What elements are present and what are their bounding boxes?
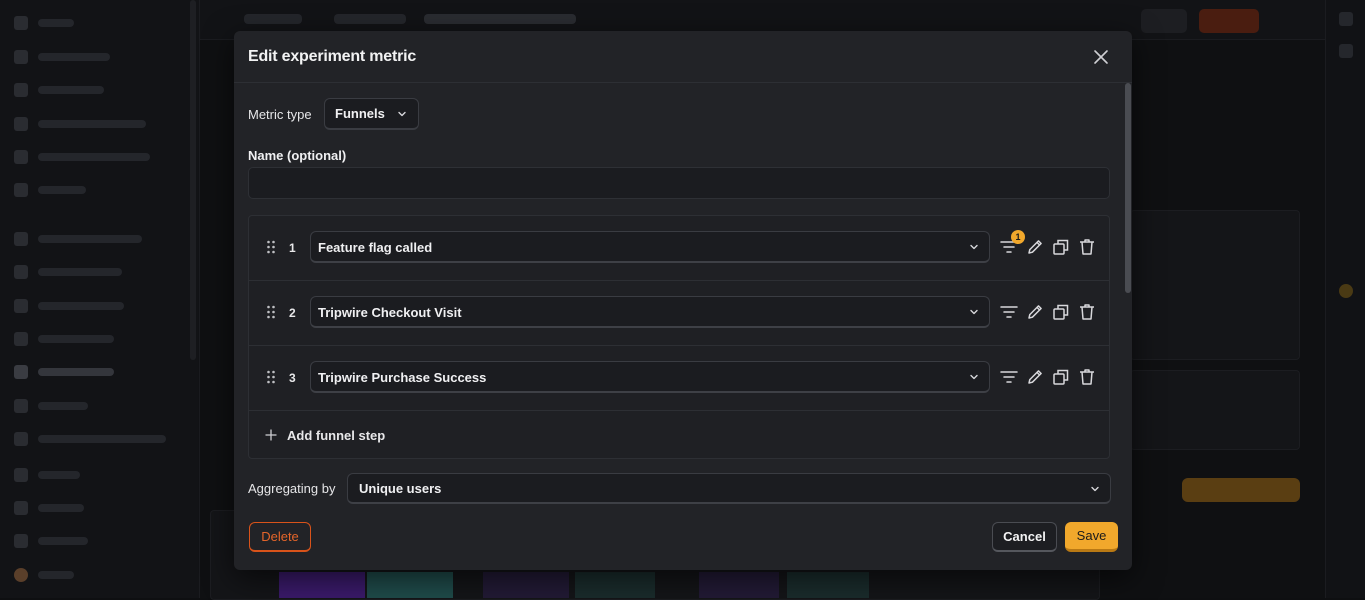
metric-type-select[interactable]: Funnels	[324, 98, 419, 130]
step-event-value: Tripwire Checkout Visit	[318, 305, 462, 320]
bg-sidebar-item	[14, 297, 124, 315]
copy-icon[interactable]	[1051, 237, 1071, 257]
bg-sidebar-item	[14, 466, 80, 484]
chevron-down-icon	[968, 306, 980, 318]
add-funnel-step-button[interactable]: Add funnel step	[265, 426, 385, 444]
pencil-icon[interactable]	[1025, 302, 1045, 322]
background-chart-bar	[367, 572, 453, 598]
bg-sidebar-item	[14, 499, 84, 517]
step-event-value: Tripwire Purchase Success	[318, 370, 486, 385]
step-event-select[interactable]: Tripwire Checkout Visit	[310, 296, 990, 328]
pencil-icon[interactable]	[1025, 367, 1045, 387]
cancel-button[interactable]: Cancel	[992, 522, 1057, 552]
step-number: 1	[289, 241, 296, 255]
bg-sidebar-item	[14, 263, 122, 281]
step-actions	[999, 367, 1097, 387]
drag-handle-icon[interactable]	[266, 370, 276, 384]
chevron-down-icon	[1089, 483, 1101, 495]
background-right-toolbar	[1325, 0, 1365, 598]
bg-sidebar-item	[14, 81, 104, 99]
bg-sidebar-item	[14, 230, 142, 248]
filter-icon[interactable]: 1	[999, 237, 1019, 257]
copy-icon[interactable]	[1051, 302, 1071, 322]
funnel-step-3: 3 Tripwire Purchase Success	[249, 346, 1109, 411]
background-orange-button	[1182, 478, 1300, 502]
step-number: 2	[289, 306, 296, 320]
aggregating-by-value: Unique users	[359, 481, 441, 496]
background-chart-bar	[483, 572, 569, 598]
step-event-select[interactable]: Tripwire Purchase Success	[310, 361, 990, 393]
bg-sidebar-item	[14, 566, 74, 584]
aggregating-by-select[interactable]: Unique users	[347, 473, 1111, 504]
background-chart-bar	[787, 572, 869, 598]
metric-type-label: Metric type	[248, 107, 312, 122]
filter-icon[interactable]	[999, 367, 1019, 387]
modal-header: Edit experiment metric	[234, 31, 1132, 83]
bg-sidebar-item	[14, 115, 146, 133]
edit-metric-modal: Edit experiment metric Metric type Funne…	[234, 31, 1132, 570]
delete-button[interactable]: Delete	[249, 522, 311, 552]
bg-sidebar-item	[14, 148, 150, 166]
trash-icon[interactable]	[1077, 302, 1097, 322]
filter-count-badge: 1	[1011, 230, 1025, 244]
chevron-down-icon	[968, 241, 980, 253]
aggregating-by-label: Aggregating by	[248, 481, 335, 496]
pencil-icon[interactable]	[1025, 237, 1045, 257]
name-input[interactable]	[248, 167, 1110, 199]
chevron-down-icon	[968, 371, 980, 383]
step-event-value: Feature flag called	[318, 240, 432, 255]
funnel-steps: 1 Feature flag called 1	[248, 215, 1110, 459]
bg-sidebar-item	[14, 181, 86, 199]
background-sidebar	[0, 0, 200, 598]
step-actions: 1	[999, 237, 1097, 257]
background-chart-bar	[279, 572, 365, 598]
filter-icon[interactable]	[999, 302, 1019, 322]
trash-icon[interactable]	[1077, 367, 1097, 387]
modal-title: Edit experiment metric	[248, 48, 416, 66]
funnel-step-1: 1 Feature flag called 1	[249, 216, 1109, 281]
copy-icon[interactable]	[1051, 367, 1071, 387]
bg-sidebar-item	[14, 532, 88, 550]
drag-handle-icon[interactable]	[266, 240, 276, 254]
name-label: Name (optional)	[248, 148, 346, 163]
metric-type-value: Funnels	[335, 106, 385, 121]
funnel-step-2: 2 Tripwire Checkout Visit	[249, 281, 1109, 346]
chevron-down-icon	[396, 108, 408, 120]
bg-sidebar-item	[14, 397, 88, 415]
bg-sidebar-item	[14, 48, 110, 66]
background-chart-bar	[575, 572, 655, 598]
step-actions	[999, 302, 1097, 322]
bg-sidebar-item	[14, 14, 74, 32]
trash-icon[interactable]	[1077, 237, 1097, 257]
background-scrollbar	[190, 0, 196, 360]
bg-sidebar-item	[14, 330, 114, 348]
modal-scrollbar[interactable]	[1125, 83, 1131, 293]
close-icon[interactable]	[1092, 48, 1110, 66]
bg-sidebar-item	[14, 363, 114, 381]
plus-icon	[265, 429, 277, 441]
drag-handle-icon[interactable]	[266, 305, 276, 319]
save-button[interactable]: Save	[1065, 522, 1118, 552]
bg-sidebar-item	[14, 430, 166, 448]
step-event-select[interactable]: Feature flag called	[310, 231, 990, 263]
step-number: 3	[289, 371, 296, 385]
background-chart-bar	[699, 572, 779, 598]
add-funnel-step-label: Add funnel step	[287, 428, 385, 443]
